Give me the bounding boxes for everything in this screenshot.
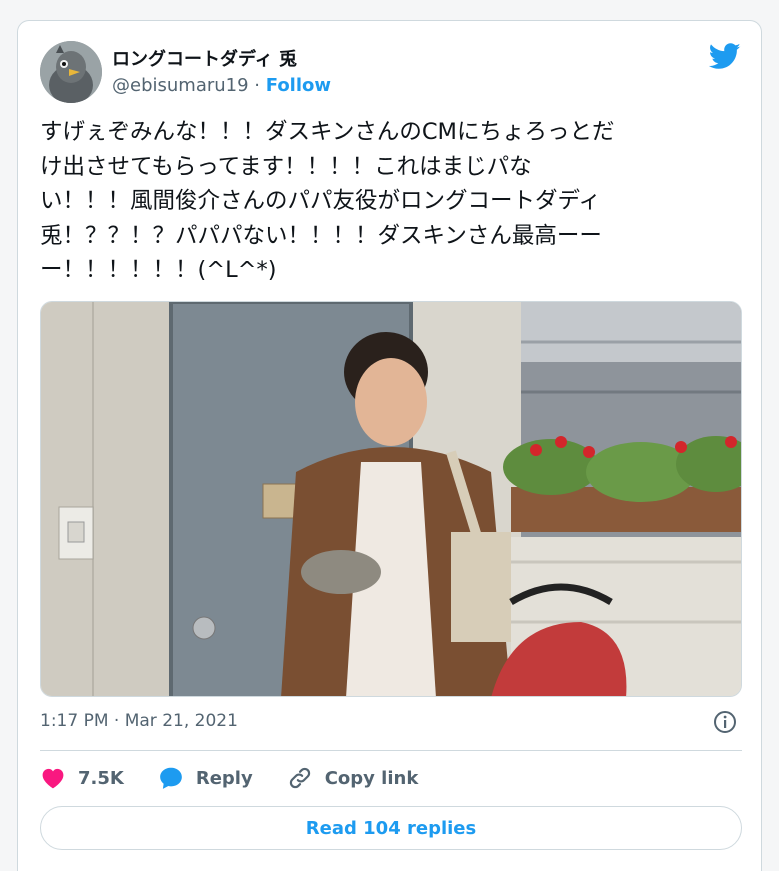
tweet-text: すげぇぞみんな！！！ダスキンさんのCMにちょろっとだ け出させてもらってます！！… (40, 115, 745, 288)
follow-link[interactable]: Follow (266, 75, 331, 96)
copy-link-button[interactable]: Copy link (287, 765, 419, 791)
like-count: 7.5K (78, 767, 124, 789)
display-name[interactable]: ロングコートダディ 兎 (112, 45, 297, 71)
tweet-timestamp[interactable]: 1:17 PM · Mar 21, 2021 (40, 711, 238, 731)
reply-button[interactable]: Reply (158, 765, 253, 791)
tweet-line: け出させてもらってます！！！！これはまじパな (40, 153, 532, 180)
reply-label: Reply (195, 767, 253, 789)
tweet-line: すげぇぞみんな！！！ダスキンさんのCMにちょろっとだ (40, 119, 615, 145)
user-handle[interactable]: @ebisumaru19 (112, 75, 249, 96)
avatar[interactable] (40, 41, 102, 103)
twitter-bird-icon[interactable] (709, 43, 741, 70)
tweet-line: ー！！！！！！(^L^*) (40, 257, 277, 283)
link-icon (289, 767, 310, 789)
action-bar: 7.5K Reply Copy link (40, 765, 452, 791)
like-button[interactable]: 7.5K (40, 765, 124, 791)
copy-link-label: Copy link (324, 767, 419, 789)
read-replies-button[interactable]: Read 104 replies (40, 806, 742, 850)
handle-row: @ebisumaru19 · Follow (112, 75, 331, 96)
speech-bubble-icon (160, 767, 182, 789)
divider (40, 750, 742, 751)
tweet-media-photo[interactable] (40, 301, 742, 697)
tweet-card: ロングコートダディ 兎 @ebisumaru19 · Follow すげぇぞみん… (17, 20, 762, 871)
info-icon[interactable] (713, 710, 737, 734)
heart-icon (42, 768, 64, 789)
handle-separator: · (248, 75, 266, 96)
tweet-line: 兎！？？！？パパパない！！！！ダスキンさん最高ーー (40, 222, 602, 249)
tweet-line: い！！！風間俊介さんのパパ友役がロングコートダディ (40, 188, 601, 214)
